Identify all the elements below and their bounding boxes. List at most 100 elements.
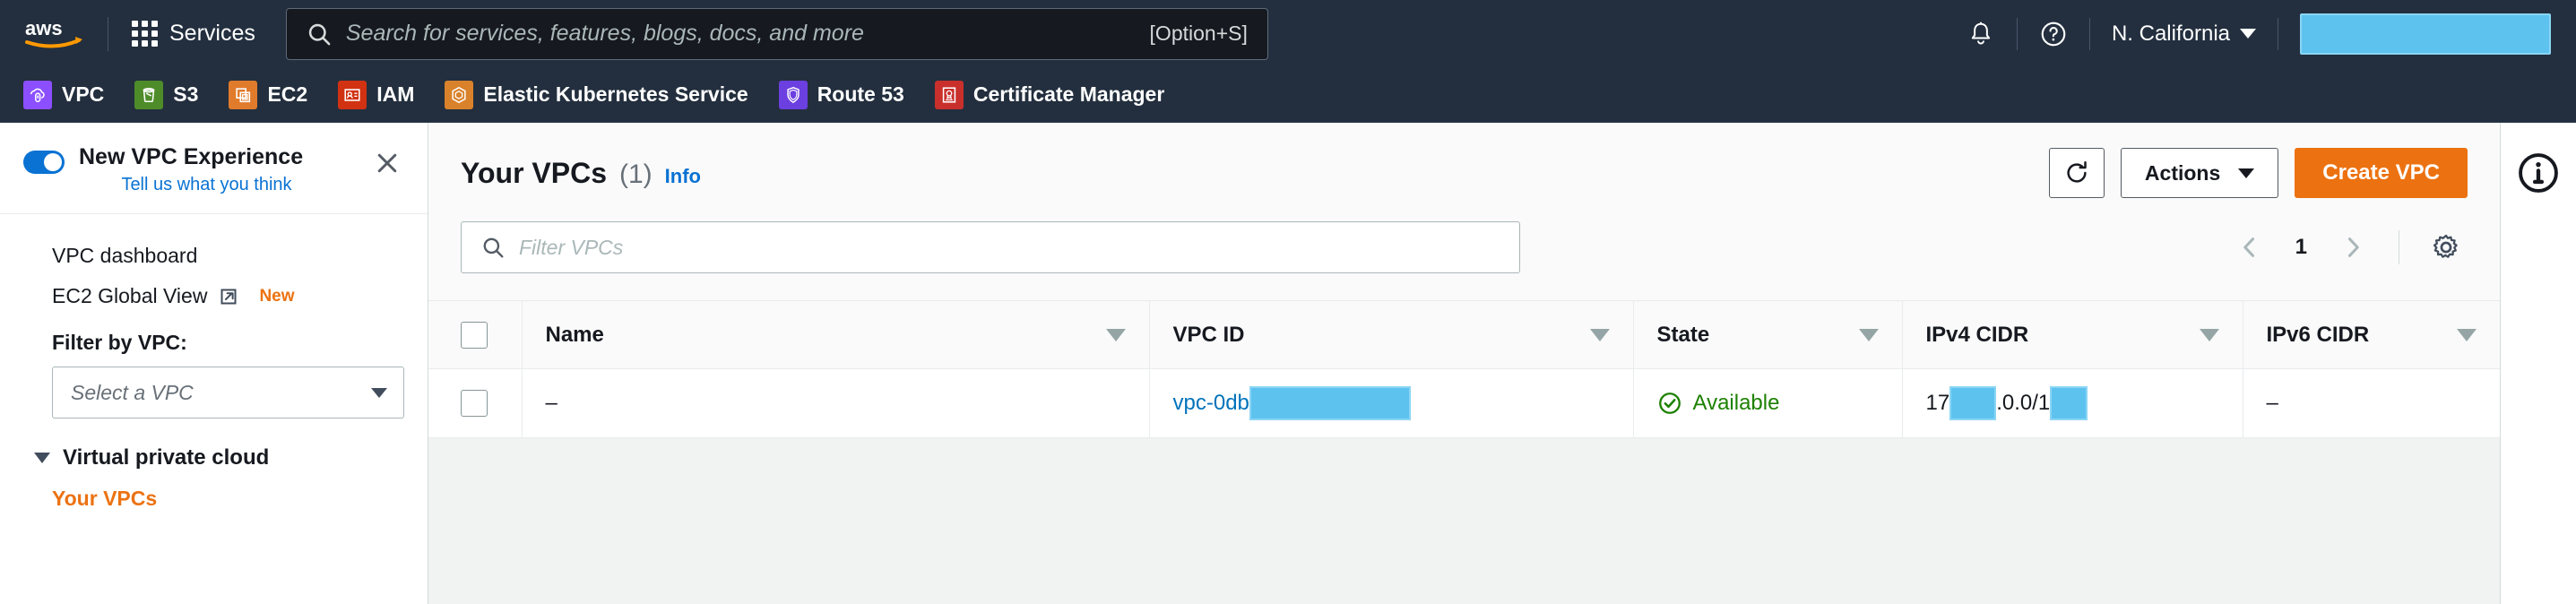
- next-page-button[interactable]: [2332, 227, 2373, 268]
- table-row[interactable]: – vpc-0db Available 17 .0.0/1 –: [428, 368, 2500, 437]
- favorite-route53[interactable]: Route 53: [778, 80, 904, 109]
- table-head: Name VPC ID State IPv4 CIDR IPv6 CIDR: [428, 300, 2500, 369]
- top-navigation-bar: aws Services Search for services, featur…: [0, 0, 2576, 67]
- cell-vpc-id: vpc-0db: [1148, 368, 1633, 437]
- sort-descending-icon[interactable]: [1589, 328, 1610, 341]
- region-selector-button[interactable]: N. California: [2103, 14, 2265, 54]
- search-icon: [483, 237, 504, 258]
- column-header-ipv6-cidr[interactable]: IPv6 CIDR: [2242, 300, 2500, 369]
- sort-descending-icon[interactable]: [1858, 328, 1879, 341]
- state-value: Available: [1692, 390, 1780, 415]
- global-search-placeholder: Search for services, features, blogs, do…: [345, 21, 864, 46]
- filter-by-vpc-label: Filter by VPC:: [52, 331, 187, 354]
- region-label: N. California: [2111, 21, 2230, 46]
- services-menu-button[interactable]: Services: [128, 15, 259, 52]
- panel-header: Your VPCs (1) Info Actions Create VPC: [428, 123, 2500, 198]
- create-vpc-button[interactable]: Create VPC: [2295, 148, 2468, 198]
- column-label: IPv6 CIDR: [2266, 322, 2370, 347]
- favorite-eks[interactable]: Elastic Kubernetes Service: [445, 80, 748, 109]
- chevron-down-icon: [2238, 168, 2255, 178]
- favorite-label: S3: [173, 82, 199, 106]
- new-vpc-experience-toggle[interactable]: [23, 151, 65, 174]
- actions-dropdown-button[interactable]: Actions: [2120, 148, 2279, 198]
- filter-vpcs-input[interactable]: Filter VPCs: [461, 221, 1520, 273]
- select-all-checkbox[interactable]: [461, 321, 488, 349]
- banner-title: New VPC Experience: [79, 144, 304, 169]
- vpc-id-link[interactable]: vpc-0db: [1173, 391, 1249, 416]
- status-badge: Available: [1657, 391, 1879, 416]
- chevron-left-icon: [2243, 237, 2254, 257]
- chevron-down-icon: [371, 387, 387, 398]
- favorite-vpc[interactable]: VPC: [23, 80, 104, 109]
- ipv4-part-2: .0.0/1: [1996, 390, 2051, 415]
- filter-row: Filter VPCs 1: [428, 198, 2500, 300]
- table-settings-button[interactable]: [2425, 226, 2468, 269]
- ipv4-redacted-2: [2050, 385, 2088, 420]
- sidebar-item-label: VPC dashboard: [52, 244, 198, 267]
- column-header-state[interactable]: State: [1632, 300, 1902, 369]
- sidebar-item-vpc-dashboard[interactable]: VPC dashboard: [0, 236, 428, 276]
- iam-icon: [338, 80, 367, 109]
- search-icon: [308, 23, 331, 45]
- select-all-header: [428, 300, 522, 369]
- name-value: –: [545, 390, 558, 415]
- feedback-link[interactable]: Tell us what you think: [79, 175, 370, 195]
- vpc-filter-select[interactable]: Select a VPC: [52, 367, 404, 418]
- cell-state: Available: [1632, 368, 1902, 437]
- bell-icon: [1971, 22, 1991, 44]
- column-header-name[interactable]: Name: [521, 300, 1149, 369]
- panel-action-buttons: Actions Create VPC: [2048, 148, 2468, 198]
- refresh-button[interactable]: [2048, 148, 2105, 198]
- panel-title-group: Your VPCs (1) Info: [461, 157, 701, 190]
- table-header-row: Name VPC ID State IPv4 CIDR IPv6 CIDR: [428, 300, 2500, 369]
- favorites-bar: VPC S3 EC2 IAM Elastic Kubernetes Servic…: [0, 67, 2576, 123]
- favorite-iam[interactable]: IAM: [338, 80, 415, 109]
- svg-text:aws: aws: [25, 17, 63, 39]
- cell-ipv4-cidr: 17 .0.0/1: [1901, 368, 2243, 437]
- banner-close-button[interactable]: [370, 146, 404, 180]
- favorite-ec2[interactable]: EC2: [229, 80, 307, 109]
- services-label: Services: [169, 21, 255, 46]
- previous-page-button[interactable]: [2229, 227, 2270, 268]
- notifications-button[interactable]: [1958, 11, 2004, 57]
- vpc-filter-placeholder: Select a VPC: [71, 380, 194, 404]
- vpc-icon: [23, 80, 52, 109]
- favorite-s3[interactable]: S3: [134, 80, 199, 109]
- row-checkbox[interactable]: [461, 389, 488, 417]
- page-number[interactable]: 1: [2278, 235, 2325, 260]
- column-header-vpc-id[interactable]: VPC ID: [1148, 300, 1633, 369]
- ipv4-part-1: 17: [1925, 390, 1950, 415]
- nav-divider: [2088, 17, 2090, 50]
- favorite-certificate-manager[interactable]: Certificate Manager: [934, 80, 1165, 109]
- chevron-right-icon: [2347, 237, 2359, 257]
- sort-descending-icon[interactable]: [2457, 328, 2477, 341]
- favorite-label: Certificate Manager: [972, 82, 1165, 106]
- favorite-label: Elastic Kubernetes Service: [483, 82, 748, 106]
- column-header-ipv4-cidr[interactable]: IPv4 CIDR: [1901, 300, 2243, 369]
- filter-vpcs-placeholder: Filter VPCs: [519, 235, 624, 259]
- help-button[interactable]: [2030, 11, 2077, 57]
- chevron-down-icon: [34, 453, 50, 463]
- ipv6-value: –: [2266, 390, 2278, 415]
- global-search-input[interactable]: Search for services, features, blogs, do…: [285, 7, 1268, 60]
- sort-descending-icon[interactable]: [1105, 328, 1126, 341]
- account-menu-redacted[interactable]: [2300, 13, 2551, 55]
- info-link[interactable]: Info: [665, 165, 701, 188]
- right-rail: [2501, 123, 2576, 604]
- top-nav-right-group: N. California: [1958, 0, 2576, 67]
- page-body: New VPC Experience Tell us what you thin…: [0, 123, 2576, 604]
- route53-icon: [778, 80, 808, 109]
- sidebar-item-ec2-global-view[interactable]: EC2 Global View New: [0, 276, 428, 316]
- sidebar-item-your-vpcs[interactable]: Your VPCs: [0, 470, 428, 511]
- cell-ipv6-cidr: –: [2242, 368, 2500, 437]
- info-circle-icon[interactable]: [2515, 150, 2562, 196]
- favorite-label: Route 53: [817, 82, 904, 106]
- sidebar-group-virtual-private-cloud[interactable]: Virtual private cloud: [0, 418, 428, 470]
- sort-descending-icon[interactable]: [2199, 328, 2219, 341]
- aws-logo[interactable]: aws: [23, 16, 88, 52]
- sidebar-item-label: EC2 Global View: [52, 284, 208, 307]
- column-label: State: [1656, 322, 1710, 347]
- acm-icon: [934, 80, 964, 109]
- sidebar-group-label: Virtual private cloud: [63, 445, 270, 470]
- favorite-label: IAM: [376, 82, 415, 106]
